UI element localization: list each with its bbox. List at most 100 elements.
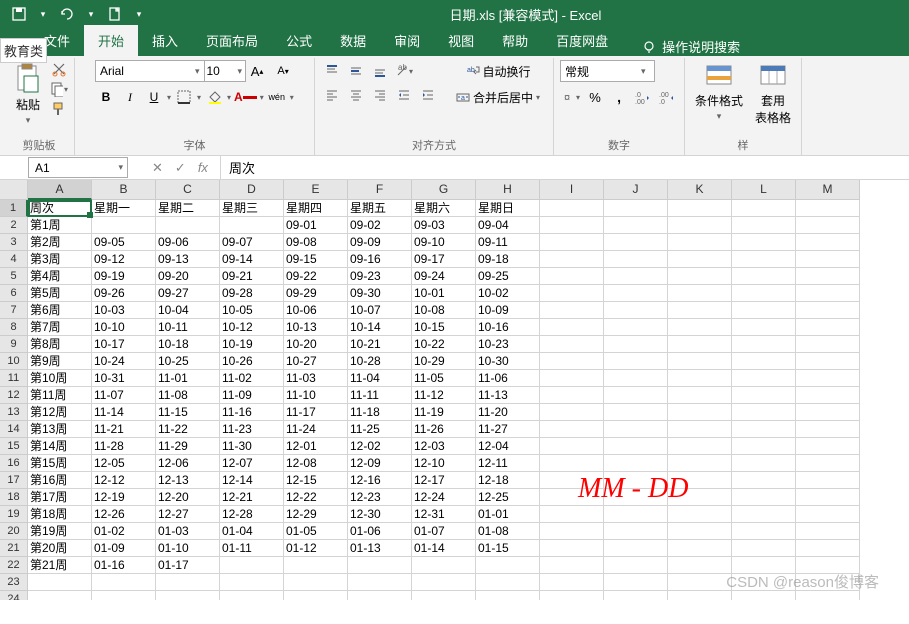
cell[interactable]: 01-02: [92, 523, 156, 540]
cell[interactable]: 12-21: [220, 489, 284, 506]
row-header[interactable]: 7: [0, 302, 28, 319]
cell[interactable]: 第9周: [28, 353, 92, 370]
row-header[interactable]: 17: [0, 472, 28, 489]
cell[interactable]: 01-11: [220, 540, 284, 557]
cell[interactable]: [604, 557, 668, 574]
cell[interactable]: [604, 302, 668, 319]
cell[interactable]: 10-04: [156, 302, 220, 319]
cell[interactable]: 09-24: [412, 268, 476, 285]
font-color-button[interactable]: A: [233, 86, 258, 108]
cancel-icon[interactable]: ✕: [152, 160, 163, 176]
cell[interactable]: 01-05: [284, 523, 348, 540]
cell[interactable]: 09-12: [92, 251, 156, 268]
cell[interactable]: 09-15: [284, 251, 348, 268]
cell[interactable]: 10-26: [220, 353, 284, 370]
phonetic-button[interactable]: wén: [266, 86, 288, 108]
cell[interactable]: 01-17: [156, 557, 220, 574]
cell[interactable]: [604, 455, 668, 472]
cell[interactable]: 10-24: [92, 353, 156, 370]
cell[interactable]: 第20周: [28, 540, 92, 557]
cell[interactable]: [412, 557, 476, 574]
cell[interactable]: [604, 574, 668, 591]
cell[interactable]: [348, 591, 412, 600]
cell[interactable]: [92, 217, 156, 234]
cell[interactable]: 09-14: [220, 251, 284, 268]
align-right-button[interactable]: [369, 84, 391, 106]
cell[interactable]: [668, 319, 732, 336]
cell[interactable]: [796, 336, 860, 353]
cell[interactable]: [668, 523, 732, 540]
cell[interactable]: [796, 268, 860, 285]
tab-data[interactable]: 数据: [326, 25, 380, 56]
cell[interactable]: 09-18: [476, 251, 540, 268]
cell[interactable]: 11-04: [348, 370, 412, 387]
cell[interactable]: [732, 421, 796, 438]
qat-customize[interactable]: ▾: [128, 3, 150, 25]
col-header[interactable]: L: [732, 180, 796, 200]
italic-button[interactable]: I: [119, 86, 141, 108]
cell[interactable]: [732, 455, 796, 472]
cell[interactable]: 09-29: [284, 285, 348, 302]
cell[interactable]: 09-06: [156, 234, 220, 251]
cell[interactable]: [540, 557, 604, 574]
cell[interactable]: 12-13: [156, 472, 220, 489]
cell[interactable]: 星期三: [220, 200, 284, 217]
col-header[interactable]: E: [284, 180, 348, 200]
cell[interactable]: [540, 302, 604, 319]
cell[interactable]: 第1周: [28, 217, 92, 234]
cell[interactable]: 10-09: [476, 302, 540, 319]
cell[interactable]: 09-11: [476, 234, 540, 251]
bold-button[interactable]: B: [95, 86, 117, 108]
row-header[interactable]: 3: [0, 234, 28, 251]
tell-me-search[interactable]: 操作说明搜索: [642, 37, 740, 56]
cell[interactable]: 10-02: [476, 285, 540, 302]
new-button[interactable]: [104, 3, 126, 25]
cell[interactable]: [796, 387, 860, 404]
cell[interactable]: 第2周: [28, 234, 92, 251]
cell[interactable]: 09-04: [476, 217, 540, 234]
row-header[interactable]: 21: [0, 540, 28, 557]
cell[interactable]: 11-08: [156, 387, 220, 404]
save-button[interactable]: [8, 3, 30, 25]
cell[interactable]: [348, 574, 412, 591]
cell[interactable]: [604, 591, 668, 600]
row-header[interactable]: 16: [0, 455, 28, 472]
decrease-indent-button[interactable]: [393, 84, 415, 106]
cell[interactable]: [540, 506, 604, 523]
cell[interactable]: [540, 200, 604, 217]
cell[interactable]: 10-21: [348, 336, 412, 353]
number-format-select[interactable]: [560, 60, 655, 82]
row-header[interactable]: 14: [0, 421, 28, 438]
cell[interactable]: 12-25: [476, 489, 540, 506]
cell[interactable]: [796, 217, 860, 234]
cell[interactable]: [732, 234, 796, 251]
cell[interactable]: [604, 268, 668, 285]
cell[interactable]: [732, 523, 796, 540]
cell[interactable]: 11-02: [220, 370, 284, 387]
col-header[interactable]: B: [92, 180, 156, 200]
tab-baidu[interactable]: 百度网盘: [542, 25, 622, 56]
qat-dropdown[interactable]: ▾: [32, 3, 54, 25]
cell[interactable]: [732, 489, 796, 506]
cell[interactable]: 第15周: [28, 455, 92, 472]
cell[interactable]: [604, 319, 668, 336]
cell[interactable]: [796, 285, 860, 302]
conditional-format-button[interactable]: 条件格式 ▾: [691, 60, 747, 124]
cell[interactable]: 12-15: [284, 472, 348, 489]
cell[interactable]: 10-12: [220, 319, 284, 336]
cell[interactable]: [796, 472, 860, 489]
cell[interactable]: [796, 421, 860, 438]
percent-button[interactable]: %: [584, 86, 606, 108]
cell[interactable]: [540, 523, 604, 540]
tab-layout[interactable]: 页面布局: [192, 25, 272, 56]
comma-button[interactable]: ,: [608, 86, 630, 108]
cell[interactable]: 01-01: [476, 506, 540, 523]
font-name-select[interactable]: [95, 60, 205, 82]
cell[interactable]: 09-20: [156, 268, 220, 285]
cell[interactable]: 10-29: [412, 353, 476, 370]
cell[interactable]: [540, 438, 604, 455]
row-header[interactable]: 20: [0, 523, 28, 540]
cell[interactable]: 01-15: [476, 540, 540, 557]
cell[interactable]: 11-18: [348, 404, 412, 421]
cell[interactable]: 星期六: [412, 200, 476, 217]
